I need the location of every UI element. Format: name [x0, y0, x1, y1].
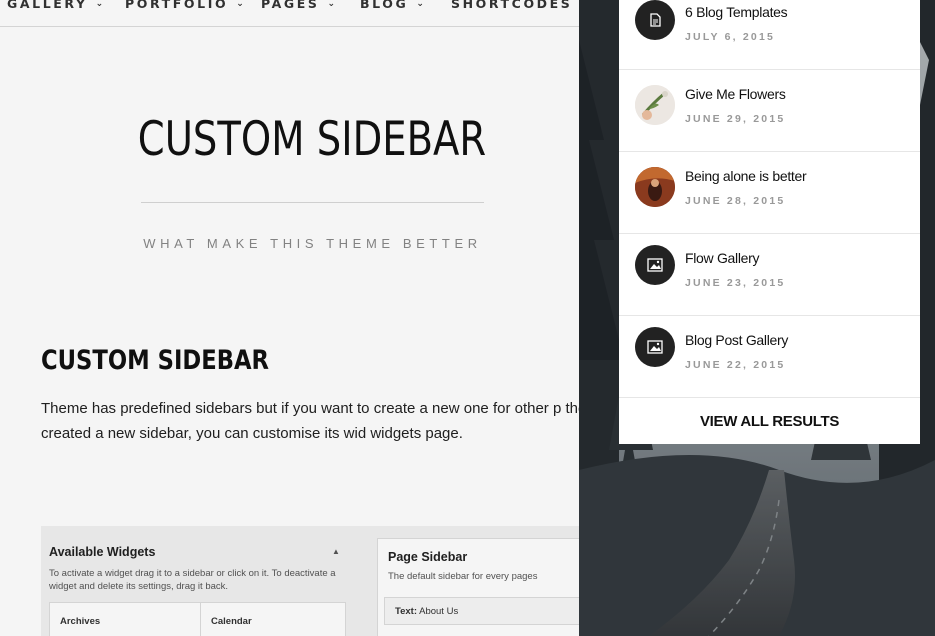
nav-item-label: PAGES: [261, 0, 320, 11]
result-title[interactable]: 6 Blog Templates: [685, 4, 788, 20]
nav-item-label: PORTFOLIO: [125, 0, 229, 11]
page-sidebar-description: The default sidebar for every pages: [388, 571, 538, 582]
result-date: JUNE 28, 2015: [685, 195, 786, 207]
text-widget-label: Text:: [395, 606, 417, 617]
widget-box-calendar: Calendar: [200, 602, 346, 636]
result-title[interactable]: Being alone is better: [685, 168, 807, 184]
result-title[interactable]: Flow Gallery: [685, 250, 760, 266]
page-title: CUSTOM SIDEBAR: [137, 112, 487, 167]
page-sidebar-title: Page Sidebar: [388, 550, 468, 564]
result-title[interactable]: Blog Post Gallery: [685, 332, 788, 348]
view-all-results-button[interactable]: VIEW ALL RESULTS: [619, 399, 920, 444]
available-widgets-title: Available Widgets: [49, 545, 156, 559]
section-body-text: Theme has predefined sidebars but if you…: [41, 400, 579, 442]
caret-up-icon: ▲: [332, 547, 340, 556]
chevron-down-icon: ⌄: [416, 0, 424, 9]
search-result-item[interactable]: Give Me Flowers JUNE 29, 2015: [619, 70, 920, 152]
result-title[interactable]: Give Me Flowers: [685, 86, 786, 102]
page-subtitle: WHAT MAKE THIS THEME BETTER: [143, 236, 482, 251]
available-widgets-description: To activate a widget drag it to a sideba…: [49, 568, 336, 592]
text-widget-value: About Us: [419, 606, 459, 617]
nav-item-label: BLOG: [360, 0, 409, 11]
search-result-item[interactable]: Being alone is better JUNE 28, 2015: [619, 152, 920, 234]
nav-item-label: SHORTCODES: [451, 0, 573, 11]
search-result-item[interactable]: Blog Post Gallery JUNE 22, 2015: [619, 316, 920, 398]
nav-item-blog[interactable]: BLOG ⌄: [360, 0, 424, 11]
search-result-item[interactable]: 6 Blog Templates JULY 6, 2015: [619, 0, 920, 70]
result-date: JUNE 22, 2015: [685, 359, 786, 371]
chevron-down-icon: ⌄: [95, 0, 104, 9]
result-date: JUNE 29, 2015: [685, 113, 786, 125]
text-widget-row: Text: About Us: [384, 597, 579, 625]
section-heading: CUSTOM SIDEBAR: [41, 345, 270, 376]
image-icon: [635, 327, 675, 367]
search-result-item[interactable]: Flow Gallery JUNE 23, 2015: [619, 234, 920, 316]
nav-item-pages[interactable]: PAGES ⌄: [261, 0, 335, 11]
widgets-screenshot: Available Widgets ▲ To activate a widget…: [41, 526, 579, 636]
chevron-down-icon: ⌄: [327, 0, 336, 9]
divider: [141, 202, 484, 203]
result-date: JUNE 23, 2015: [685, 277, 786, 289]
page-sidebar-panel: Page Sidebar The default sidebar for eve…: [377, 538, 579, 636]
nav-item-portfolio[interactable]: PORTFOLIO ⌄: [125, 0, 244, 11]
page-content: GALLERY ⌄ PORTFOLIO ⌄ PAGES ⌄ BLOG ⌄ SHO…: [0, 0, 579, 636]
flowers-thumbnail: [635, 85, 675, 125]
document-icon: [635, 0, 675, 40]
nav-item-gallery[interactable]: GALLERY ⌄: [7, 0, 103, 11]
image-icon: [635, 245, 675, 285]
chevron-down-icon: ⌄: [236, 0, 244, 9]
portrait-thumbnail: [635, 167, 675, 207]
nav-item-shortcodes[interactable]: SHORTCODES ⌄: [451, 0, 579, 11]
result-date: JULY 6, 2015: [685, 31, 776, 43]
nav-item-label: GALLERY: [7, 0, 88, 11]
main-navigation: GALLERY ⌄ PORTFOLIO ⌄ PAGES ⌄ BLOG ⌄ SHO…: [0, 0, 579, 27]
search-results-dropdown: 6 Blog Templates JULY 6, 2015 Give Me Fl…: [619, 0, 920, 444]
